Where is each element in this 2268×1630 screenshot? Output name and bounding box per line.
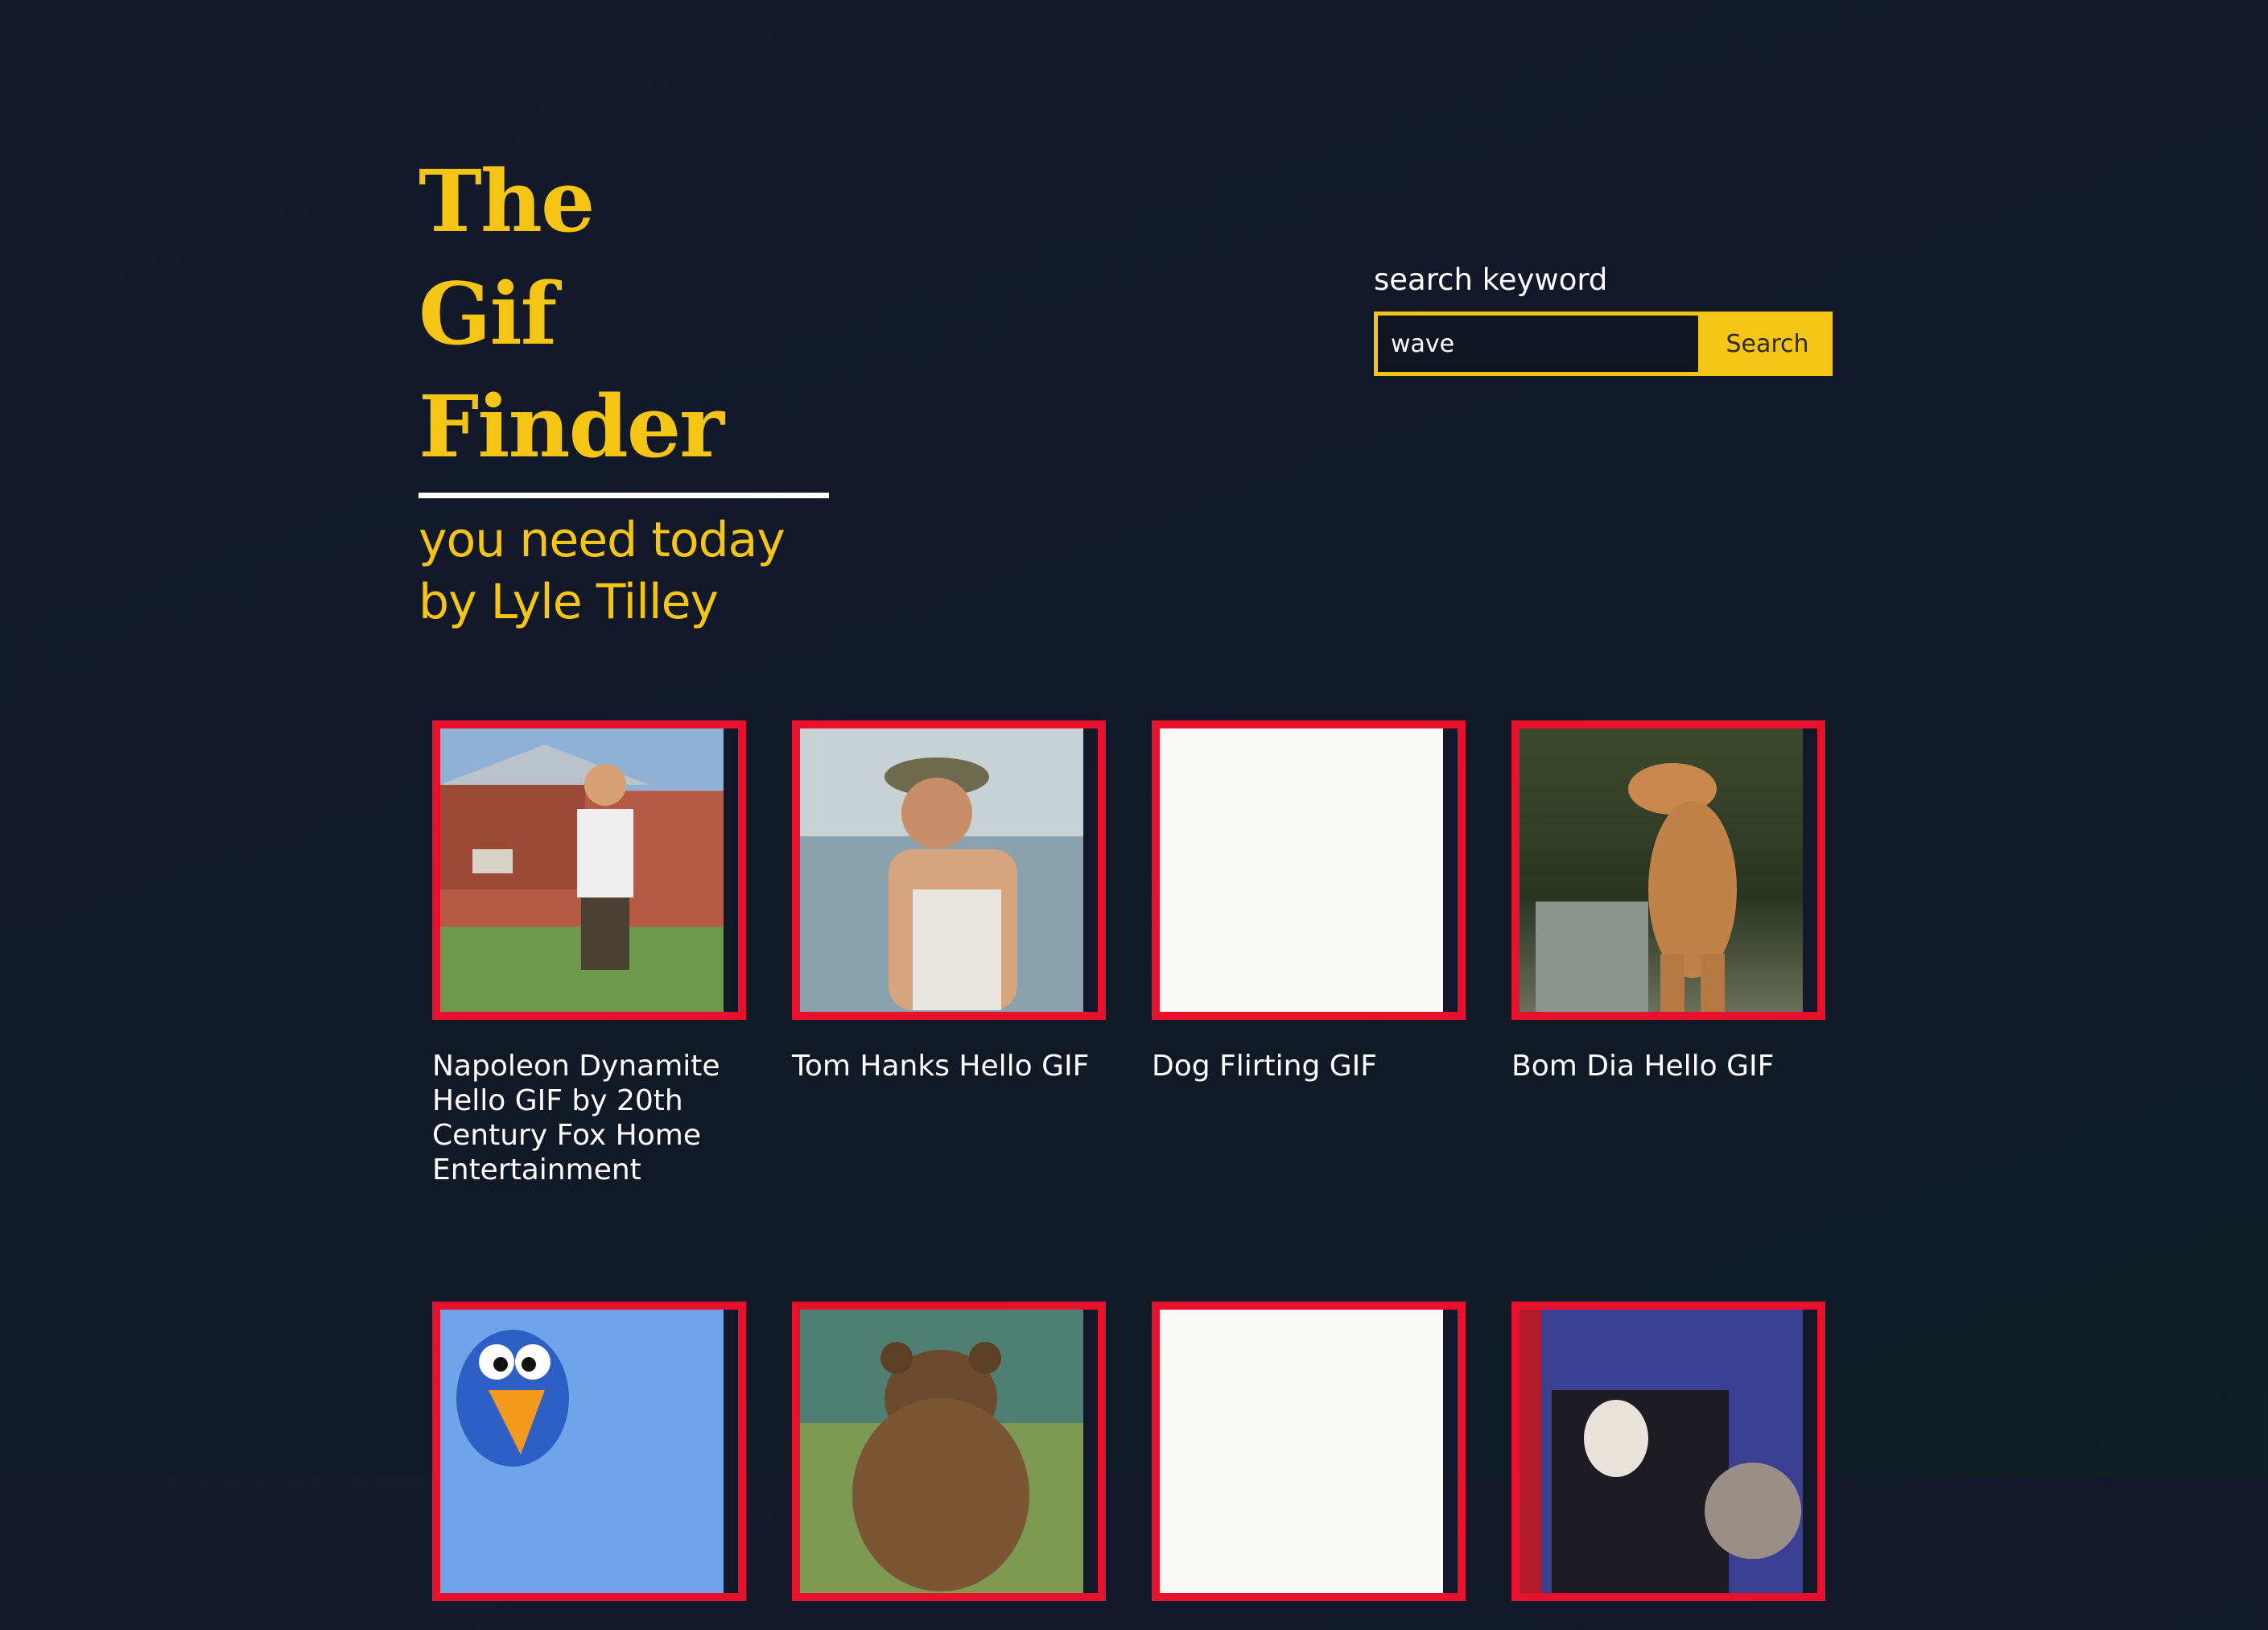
gif-frame[interactable]	[432, 1302, 746, 1601]
result-card[interactable]: Tom Hanks Hello GIF	[792, 720, 1106, 1083]
result-card[interactable]	[432, 1302, 746, 1630]
blank-image[interactable]	[1160, 728, 1443, 1012]
gif-frame[interactable]	[1152, 720, 1466, 1020]
result-caption: Napoleon Dynamite Hello GIF by 20th Cent…	[432, 1050, 720, 1186]
tagline-line-1: you need today	[419, 512, 786, 568]
result-card[interactable]: Napoleon Dynamite Hello GIF by 20th Cent…	[432, 720, 746, 1187]
search-input[interactable]	[1374, 312, 1702, 376]
gif-frame[interactable]	[1511, 720, 1825, 1020]
dinosaur-image[interactable]	[1520, 728, 1803, 1012]
result-caption: Tom Hanks Hello GIF	[792, 1050, 1090, 1083]
dinosaur-figure	[1536, 763, 1737, 1012]
dog-figure	[1552, 1390, 1801, 1593]
tagline: you need today by Lyle Tilley	[419, 510, 829, 633]
title-divider	[419, 493, 829, 498]
bird-figure	[456, 1330, 569, 1467]
gif-frame[interactable]	[1511, 1302, 1825, 1601]
search-button[interactable]: Search	[1702, 312, 1833, 376]
napoleon-figure	[440, 745, 649, 970]
search-form: search keyword Search	[1374, 262, 1833, 376]
result-card[interactable]	[1152, 1302, 1466, 1630]
search-label: search keyword	[1374, 262, 1608, 297]
bird-image[interactable]	[440, 1310, 724, 1593]
result-card[interactable]: Bom Dia Hello GIF	[1511, 720, 1825, 1083]
site-header: The Gif Finder you need today by Lyle Ti…	[419, 145, 829, 633]
gif-frame[interactable]	[1152, 1302, 1466, 1601]
result-caption: Dog Flirting GIF	[1152, 1050, 1378, 1083]
site-title: The Gif Finder	[419, 145, 829, 483]
search-row: Search	[1374, 312, 1833, 376]
title-line-1: The	[419, 151, 595, 251]
bear-figure	[852, 1342, 1029, 1591]
dog-image[interactable]	[1520, 1310, 1803, 1593]
result-card[interactable]: Dog Flirting GIF	[1152, 720, 1466, 1083]
result-card[interactable]	[792, 1302, 1106, 1630]
napoleon-image[interactable]	[440, 728, 724, 1012]
result-card[interactable]	[1511, 1302, 1825, 1630]
tagline-line-2: by Lyle Tilley	[419, 574, 719, 630]
bear-image[interactable]	[800, 1310, 1083, 1593]
tom-hanks-image[interactable]	[800, 728, 1083, 1012]
blank-image[interactable]	[1160, 1310, 1443, 1593]
gif-frame[interactable]	[432, 720, 746, 1020]
result-caption: Bom Dia Hello GIF	[1511, 1050, 1775, 1083]
tom-hanks-figure	[885, 757, 1017, 1010]
gif-frame[interactable]	[792, 720, 1106, 1020]
title-line-2: Gif Finder	[419, 263, 724, 477]
gif-frame[interactable]	[792, 1302, 1106, 1601]
